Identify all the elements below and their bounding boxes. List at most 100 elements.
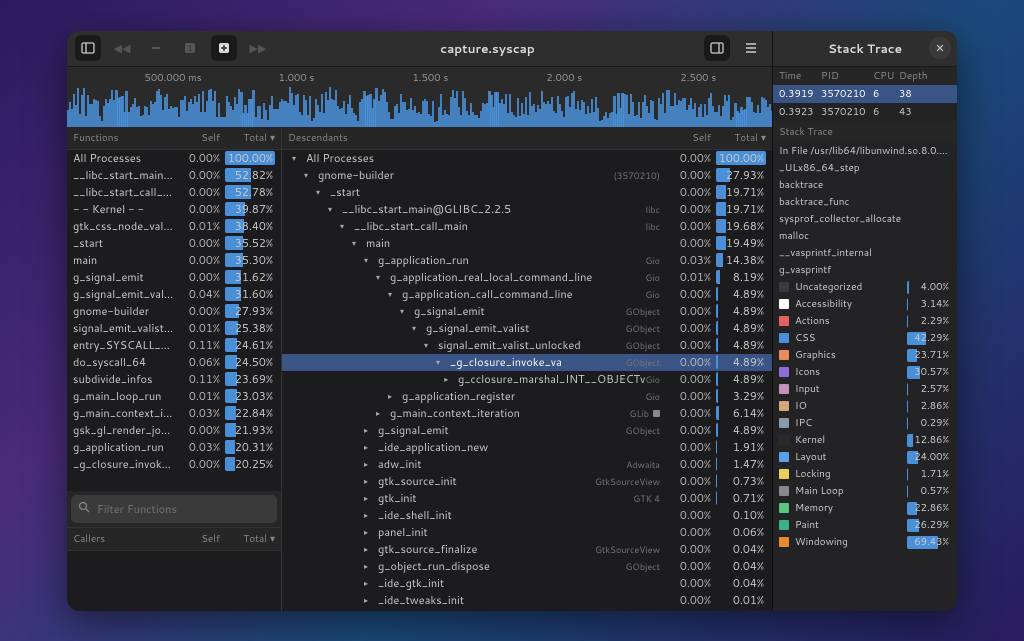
descendant-row[interactable]: ▸_ide_gtk_init 0.00% 0.04%	[282, 575, 772, 592]
disclosure-icon[interactable]: ▸	[364, 594, 374, 606]
descendant-row[interactable]: ▸g_main_context_iteration GLib 0.00% 6.1…	[282, 405, 772, 422]
disclosure-icon[interactable]: ▾	[388, 288, 398, 300]
disclosure-icon[interactable]: ▸	[364, 509, 374, 521]
function-row[interactable]: __libc_start_main@G 0.00% 52.82%	[67, 167, 281, 184]
disclosure-icon[interactable]: ▾	[328, 203, 338, 215]
trace-item[interactable]: sysprof_collector_allocate	[773, 211, 957, 228]
category-row[interactable]: Input 2.57%	[773, 381, 957, 398]
function-row[interactable]: __libc_start_call_mai 0.00% 52.78%	[67, 184, 281, 201]
stack-row[interactable]: 0.39233570210 643	[773, 103, 957, 121]
trace-list[interactable]: In File /usr/lib64/libunwind.so.8.0.1+_U…	[773, 143, 957, 279]
category-row[interactable]: Layout 24.00%	[773, 449, 957, 466]
filter-input[interactable]	[71, 495, 277, 523]
descendant-row[interactable]: ▾g_signal_emit GObject 0.00% 4.89%	[282, 303, 772, 320]
function-row[interactable]: do_syscall_64 0.06% 24.50%	[67, 354, 281, 371]
disclosure-icon[interactable]: ▾	[412, 322, 422, 334]
descendant-row[interactable]: ▾g_signal_emit_valist GObject 0.00% 4.89…	[282, 320, 772, 337]
disclosure-icon[interactable]: ▾	[400, 305, 410, 317]
disclosure-icon[interactable]: ▾	[376, 271, 386, 283]
descendant-row[interactable]: ▸adw_init Adwaita 0.00% 1.47%	[282, 456, 772, 473]
descendant-row[interactable]: ▾g_application_real_local_command_line G…	[282, 269, 772, 286]
descendant-row[interactable]: ▸_ide_application_new 0.00% 1.91%	[282, 439, 772, 456]
trace-item[interactable]: backtrace_func	[773, 194, 957, 211]
function-row[interactable]: gnome-builder 0.00% 27.93%	[67, 303, 281, 320]
stack-rows[interactable]: 0.39193570210 638 0.39233570210 643	[773, 85, 957, 121]
disclosure-icon[interactable]: ▸	[364, 458, 374, 470]
category-row[interactable]: IO 2.86%	[773, 398, 957, 415]
categories-list[interactable]: Uncategorized 4.00% Accessibility 3.14% …	[773, 279, 957, 611]
function-row[interactable]: g_signal_emit 0.00% 31.62%	[67, 269, 281, 286]
descendant-row[interactable]: ▸_ide_tweaks_init 0.00% 0.01%	[282, 592, 772, 609]
trace-item[interactable]: g_vasprintf	[773, 262, 957, 279]
descendant-row[interactable]: ▸g_cclosure_marshal_INT__OBJECTv Gio 0.0…	[282, 371, 772, 388]
plus-icon[interactable]	[211, 35, 237, 61]
function-row[interactable]: g_main_loop_run 0.01% 23.03%	[67, 388, 281, 405]
minus-icon[interactable]	[143, 35, 169, 61]
nav-back-icon[interactable]: ◀◀	[109, 35, 135, 61]
disclosure-icon[interactable]: ▸	[364, 577, 374, 589]
trace-item[interactable]: backtrace	[773, 177, 957, 194]
category-row[interactable]: Kernel 12.86%	[773, 432, 957, 449]
category-row[interactable]: Uncategorized 4.00%	[773, 279, 957, 296]
function-row[interactable]: gsk_gl_render_job_vi 0.00% 21.93%	[67, 422, 281, 439]
functions-list[interactable]: All Processes 0.00% 100.00% __libc_start…	[67, 150, 281, 491]
disclosure-icon[interactable]: ▸	[388, 390, 398, 402]
disclosure-icon[interactable]: ▸	[364, 475, 374, 487]
descendant-row[interactable]: ▾g_application_call_command_line Gio 0.0…	[282, 286, 772, 303]
descendant-row[interactable]: ▸_ide_shell_init 0.00% 0.10%	[282, 507, 772, 524]
disclosure-icon[interactable]: ▾	[316, 186, 326, 198]
disclosure-icon[interactable]: ▾	[352, 237, 362, 249]
sidebar-toggle-icon[interactable]	[75, 35, 101, 61]
descendant-row[interactable]: ▾gnome-builder (3570210) 0.00% 27.93%	[282, 167, 772, 184]
descendant-row[interactable]: ▾main 0.00% 19.49%	[282, 235, 772, 252]
disclosure-icon[interactable]: ▸	[364, 560, 374, 572]
function-row[interactable]: subdivide_infos 0.11% 23.69%	[67, 371, 281, 388]
disclosure-icon[interactable]: ▸	[364, 526, 374, 538]
category-row[interactable]: Graphics 23.71%	[773, 347, 957, 364]
right-panel-toggle-icon[interactable]	[704, 35, 730, 61]
descendant-row[interactable]: ▾g_application_run Gio 0.03% 14.38%	[282, 252, 772, 269]
category-row[interactable]: Windowing 69.43%	[773, 534, 957, 551]
function-row[interactable]: _g_closure_invoke_va 0.00% 20.25%	[67, 456, 281, 473]
timeline[interactable]: 500.000 ms 1.000 s 1.500 s 2.000 s 2.500…	[67, 67, 772, 127]
disclosure-icon[interactable]: ▾	[304, 169, 314, 181]
category-row[interactable]: Paint 26.29%	[773, 517, 957, 534]
stack-row[interactable]: 0.39193570210 638	[773, 85, 957, 103]
descendant-row[interactable]: ▾_start 0.00% 19.71%	[282, 184, 772, 201]
one-icon[interactable]: 1	[177, 35, 203, 61]
category-row[interactable]: Memory 22.86%	[773, 500, 957, 517]
disclosure-icon[interactable]: ▸	[364, 543, 374, 555]
disclosure-icon[interactable]: ▸	[364, 424, 374, 436]
disclosure-icon[interactable]: ▸	[364, 492, 374, 504]
disclosure-icon[interactable]: ▾	[436, 356, 446, 368]
category-row[interactable]: CSS 42.29%	[773, 330, 957, 347]
category-row[interactable]: IPC 0.29%	[773, 415, 957, 432]
disclosure-icon[interactable]: ▸	[444, 373, 454, 385]
descendant-row[interactable]: ▾All Processes 0.00% 100.00%	[282, 150, 772, 167]
function-row[interactable]: g_application_run 0.03% 20.31%	[67, 439, 281, 456]
descendant-row[interactable]: ▸gtk_source_init GtkSourceView 0.00% 0.7…	[282, 473, 772, 490]
category-row[interactable]: Locking 1.71%	[773, 466, 957, 483]
disclosure-icon[interactable]: ▸	[364, 441, 374, 453]
disclosure-icon[interactable]: ▸	[376, 407, 386, 419]
descendants-list[interactable]: ▾All Processes 0.00% 100.00% ▾gnome-buil…	[282, 150, 772, 611]
disclosure-icon[interactable]: ▾	[340, 220, 350, 232]
descendant-row[interactable]: ▸gtk_init GTK 4 0.00% 0.71%	[282, 490, 772, 507]
descendant-row[interactable]: ▸g_signal_emit GObject 0.00% 4.89%	[282, 422, 772, 439]
hamburger-icon[interactable]	[738, 35, 764, 61]
descendant-row[interactable]: ▸g_application_register Gio 0.00% 3.29%	[282, 388, 772, 405]
function-row[interactable]: entry_SYSCALL_64_a 0.11% 24.61%	[67, 337, 281, 354]
function-row[interactable]: main 0.00% 35.30%	[67, 252, 281, 269]
function-row[interactable]: g_main_context_itera 0.03% 22.84%	[67, 405, 281, 422]
trace-item[interactable]: _ULx86_64_step	[773, 160, 957, 177]
disclosure-icon[interactable]: ▾	[292, 152, 302, 164]
function-row[interactable]: g_signal_emit_valist 0.04% 31.60%	[67, 286, 281, 303]
category-row[interactable]: Main Loop 0.57%	[773, 483, 957, 500]
category-row[interactable]: Accessibility 3.14%	[773, 296, 957, 313]
function-row[interactable]: _start 0.00% 35.52%	[67, 235, 281, 252]
function-row[interactable]: gtk_css_node_validat 0.01% 38.40%	[67, 218, 281, 235]
category-row[interactable]: Actions 2.29%	[773, 313, 957, 330]
function-row[interactable]: - - Kernel - - 0.00% 39.87%	[67, 201, 281, 218]
disclosure-icon[interactable]: ▾	[424, 339, 434, 351]
trace-item[interactable]: __vasprintf_internal	[773, 245, 957, 262]
